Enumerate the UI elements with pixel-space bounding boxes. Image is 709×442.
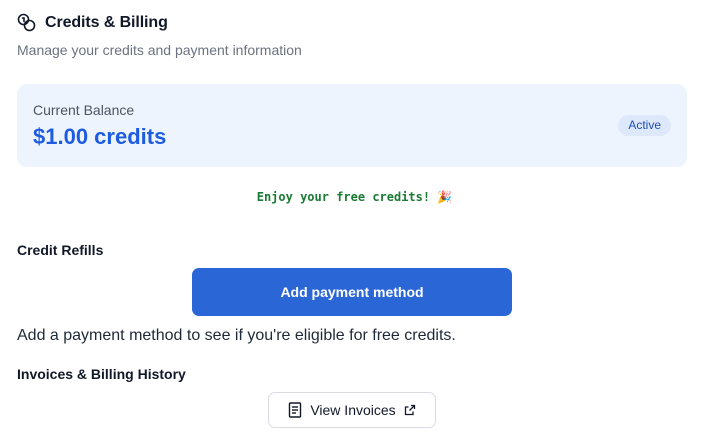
payment-hint-text: Add a payment method to see if you're el…	[17, 327, 456, 344]
status-badge: Active	[618, 115, 671, 136]
credit-refills-heading: Credit Refills	[17, 242, 104, 258]
balance-card: Current Balance $1.00 credits Active	[17, 84, 687, 167]
view-invoices-button[interactable]: View Invoices	[268, 392, 436, 428]
invoices-heading: Invoices & Billing History	[17, 366, 186, 382]
external-link-icon	[404, 404, 416, 416]
coins-icon	[17, 13, 36, 32]
balance-label: Current Balance	[33, 102, 135, 118]
balance-value: $1.00 credits	[33, 124, 167, 149]
page-title: Credits & Billing	[45, 13, 168, 31]
view-invoices-label: View Invoices	[310, 402, 396, 418]
page-subtitle: Manage your credits and payment informat…	[17, 42, 302, 58]
document-icon	[288, 402, 302, 418]
credits-billing-panel: Credits & Billing Manage your credits an…	[0, 0, 709, 442]
add-payment-method-button[interactable]: Add payment method	[192, 268, 512, 316]
free-credits-note: Enjoy your free credits! 🎉	[256, 190, 453, 204]
page-header: Credits & Billing	[17, 13, 168, 32]
